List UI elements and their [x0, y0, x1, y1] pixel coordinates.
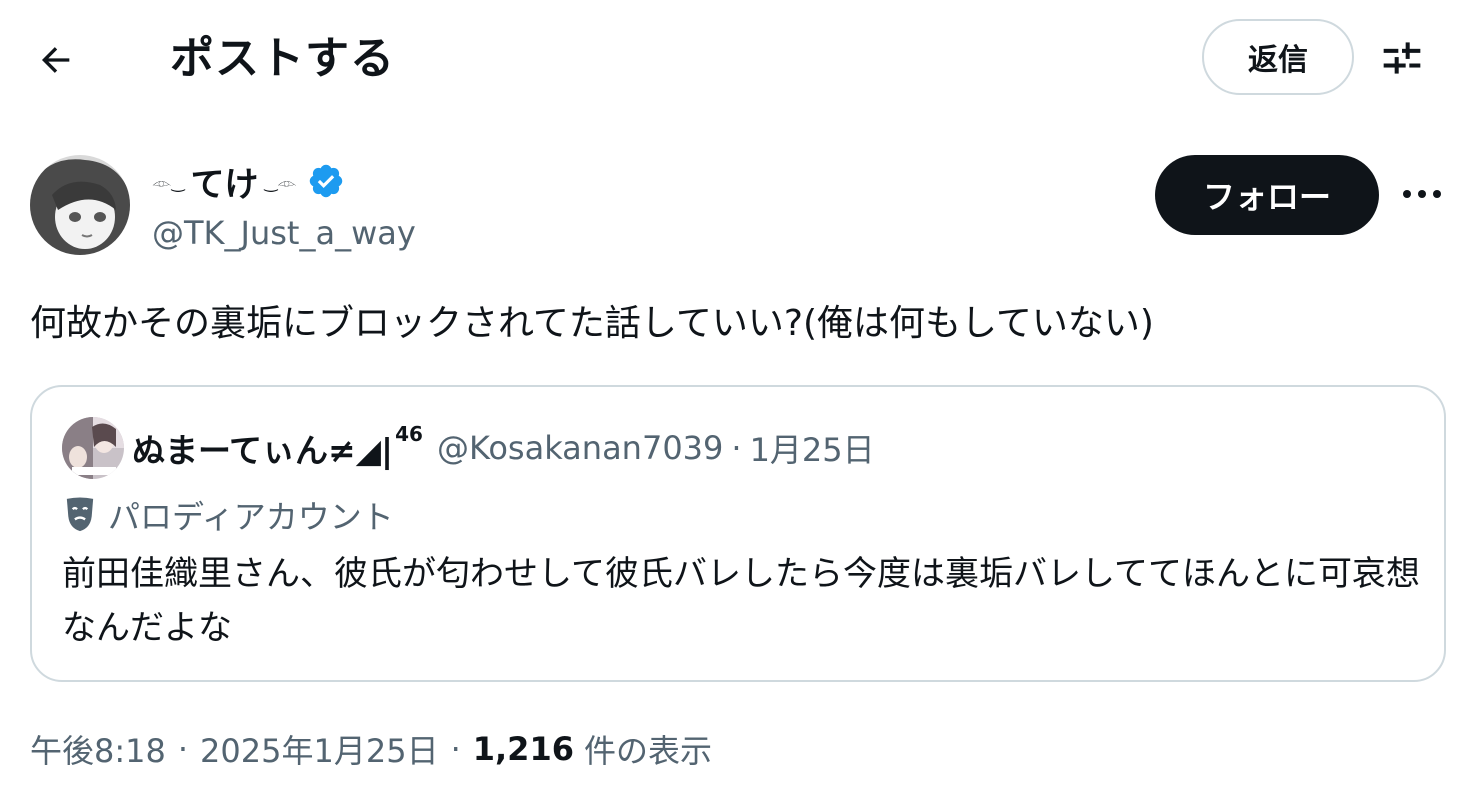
theater-mask-icon [66, 497, 94, 532]
post-time[interactable]: 午後8:18 [30, 726, 166, 772]
follow-button[interactable]: フォロー [1155, 155, 1379, 235]
author-display-name[interactable]: てけ [190, 157, 258, 206]
more-options-button[interactable] [1398, 172, 1446, 216]
views-label: 件の表示 [583, 732, 712, 770]
quoted-author-name-superscript: 46 [395, 422, 423, 446]
quoted-post-header: ぬまーてぃん≠◢| 46 @Kosakanan7039 · 1月25日 [132, 422, 875, 473]
separator-dot: · [731, 429, 742, 467]
name-decoration-right: ‿𓁹 [264, 173, 297, 192]
page-title: ポストする [170, 33, 395, 84]
verified-badge-icon[interactable] [307, 162, 345, 200]
quoted-author-display-name[interactable]: ぬまーてぃん≠◢| [132, 424, 393, 472]
parody-account-text: パロディアカウント [108, 498, 394, 536]
views-count: 1,216 [472, 730, 574, 768]
parody-account-label: パロディアカウント [62, 491, 394, 539]
quoted-post-date[interactable]: 1月25日 [750, 425, 875, 471]
post-text: 何故かその裏垢にブロックされてた話していい?(俺は何もしていない) [30, 303, 1154, 344]
sliders-icon [1383, 42, 1421, 74]
separator-dot: · [177, 730, 189, 768]
name-decoration-left: 𓁹‿ [152, 173, 185, 192]
post-meta: 午後8:18 · 2025年1月25日 · 1,216 件の表示 [30, 722, 712, 776]
quoted-post-text: 前田佳織里さん、彼氏が匂わせして彼氏バレしたら今度は裏垢バレしててほんとに可哀想… [62, 554, 1420, 648]
back-button[interactable] [28, 32, 84, 88]
top-bar: ポストする 返信 [0, 0, 1483, 120]
separator-dot: · [450, 730, 461, 768]
quoted-author-handle[interactable]: @Kosakanan7039 [437, 429, 723, 467]
quoted-author-avatar[interactable] [62, 417, 124, 479]
post-date[interactable]: 2025年1月25日 [200, 726, 439, 772]
quoted-post-card[interactable]: ぬまーてぃん≠◢| 46 @Kosakanan7039 · 1月25日 パロディ… [30, 385, 1446, 682]
filter-button[interactable] [1376, 32, 1428, 84]
reply-button[interactable]: 返信 [1202, 19, 1354, 95]
author-avatar[interactable] [30, 155, 130, 255]
author-name-row[interactable]: 𓁹‿ てけ ‿𓁹 [152, 156, 345, 206]
arrow-left-icon [41, 47, 70, 73]
more-horizontal-icon [1403, 190, 1441, 198]
author-handle[interactable]: @TK_Just_a_way [152, 212, 416, 254]
